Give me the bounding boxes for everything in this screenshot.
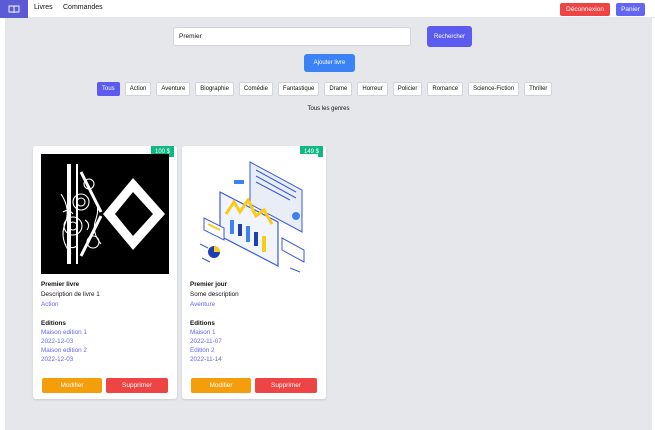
book-card: 149 $ Premier jour Some description Aven… [182, 146, 326, 399]
edit-button[interactable]: Modifier [191, 378, 251, 393]
book-title: Premier livre [41, 281, 80, 288]
genre-chip-romance[interactable]: Romance [427, 82, 464, 96]
book-description: Description de livre 1 [41, 291, 100, 298]
genre-chip-science-fiction[interactable]: Science-Fiction [468, 82, 520, 96]
book-icon[interactable] [0, 0, 28, 18]
genre-filter-bar: Tous Action Aventure Biographie Comédie … [97, 82, 553, 96]
book-genre: Aventure [190, 301, 216, 308]
edition-line: Edition 2 [190, 347, 215, 354]
delete-button[interactable]: Supprimer [255, 378, 317, 393]
book-genre: Action [41, 301, 59, 308]
cart-button[interactable]: Panier [616, 3, 645, 16]
edition-line: 2022-11-07 [190, 338, 222, 345]
edition-line: Maison 1 [190, 329, 216, 336]
edition-line: 2022-11-14 [190, 356, 222, 363]
genre-chip-fantastique[interactable]: Fantastique [277, 82, 320, 96]
book-card: 100 $ Premier livre Description de livre… [33, 146, 177, 399]
genre-chip-aventure[interactable]: Aventure [156, 82, 191, 96]
edition-line: 2022-12-03 [41, 338, 74, 345]
add-book-button[interactable]: Ajouter livre [304, 54, 355, 72]
genre-chip-horreur[interactable]: Horreur [357, 82, 388, 96]
book-cover-image [190, 154, 318, 274]
delete-button[interactable]: Supprimer [106, 378, 168, 393]
isometric-dashboard-illustration-icon [190, 154, 318, 274]
genre-chip-thriller[interactable]: Thriller [524, 82, 553, 96]
genre-chip-policier[interactable]: Policier [392, 82, 423, 96]
book-title: Premier jour [190, 281, 228, 288]
editions-heading: Editions [41, 320, 66, 327]
edit-button[interactable]: Modifier [42, 378, 102, 393]
edition-line: Maison edition 2 [41, 347, 87, 354]
genre-chip-biographie[interactable]: Biographie [195, 82, 234, 96]
edition-line: Maison edition 1 [41, 329, 87, 336]
editions-heading: Editions [190, 320, 215, 327]
nav-link-livres[interactable]: Livres [34, 4, 53, 11]
logout-button[interactable]: Déconnexion [560, 3, 610, 16]
nav-link-commandes[interactable]: Commandes [63, 4, 103, 11]
book-description: Some description [190, 291, 239, 298]
search-input[interactable] [173, 27, 411, 46]
edition-line: 2022-12-03 [41, 356, 74, 363]
book-cover-image [41, 154, 169, 274]
genre-chip-action[interactable]: Action [124, 82, 152, 96]
search-button[interactable]: Rechercher [427, 26, 472, 47]
genre-chip-tous[interactable]: Tous [97, 82, 120, 96]
top-navbar: Livres Commandes Déconnexion Panier [0, 0, 655, 18]
genre-chip-drame[interactable]: Drame [324, 82, 353, 96]
genre-filter-label: Tous les genres [307, 106, 350, 112]
genre-chip-comedie[interactable]: Comédie [238, 82, 273, 96]
main-content: Rechercher Ajouter livre Tous Action Ave… [5, 18, 652, 430]
letter-k-floral-logo-icon [41, 154, 169, 274]
